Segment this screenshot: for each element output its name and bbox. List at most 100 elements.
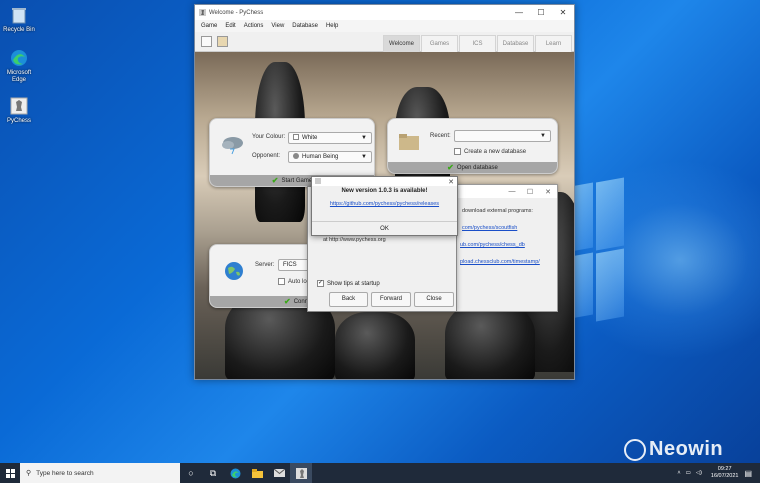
person-icon bbox=[293, 153, 299, 159]
menu-help[interactable]: Help bbox=[322, 23, 342, 29]
edge-taskbar-icon[interactable] bbox=[224, 463, 246, 483]
checkbox-box[interactable] bbox=[278, 278, 285, 285]
connect-button[interactable]: ✔ Connect bbox=[210, 296, 318, 307]
opponent-value: Human Being bbox=[302, 154, 339, 160]
clock-time: 09:27 bbox=[717, 466, 732, 472]
knight-piece-image bbox=[445, 302, 535, 379]
external-programs-text: download external programs: bbox=[462, 208, 533, 214]
chess-db-link[interactable]: ub.com/pychess/chess_db bbox=[460, 242, 525, 248]
desktop-icon-recycle-bin[interactable]: Recycle Bin bbox=[2, 5, 36, 34]
notification-icon[interactable]: ▤ bbox=[744, 469, 752, 478]
taskbar: ⚲ Type here to search ○ ⧉ ˄ ▭ ◁) 09:27 1… bbox=[0, 463, 760, 483]
open-database-panel: Recent: ▼ Create a new database ✔ Open da… bbox=[387, 118, 558, 174]
menu-view[interactable]: View bbox=[267, 23, 288, 29]
new-version-heading: New version 1.0.3 is available! bbox=[341, 188, 428, 194]
chevron-up-icon[interactable]: ˄ bbox=[677, 470, 680, 476]
show-tips-checkbox[interactable]: ✓ Show tips at startup bbox=[317, 280, 380, 287]
menu-actions[interactable]: Actions bbox=[240, 23, 268, 29]
start-button[interactable] bbox=[0, 463, 20, 483]
volume-icon[interactable]: ◁) bbox=[696, 470, 702, 476]
open-database-label: Open database bbox=[456, 164, 498, 171]
timestamp-link[interactable]: pload.chessclub.com/timestamp/ bbox=[460, 259, 540, 265]
maximize-button[interactable]: ☐ bbox=[521, 188, 539, 196]
menu-database[interactable]: Database bbox=[288, 23, 322, 29]
menu-game[interactable]: Game bbox=[197, 23, 221, 29]
ok-button[interactable]: OK bbox=[312, 221, 457, 236]
recycle-bin-icon bbox=[9, 5, 29, 25]
dialog-title-bar[interactable]: — ☐ ✕ bbox=[457, 185, 557, 198]
opponent-select[interactable]: Human Being ▼ bbox=[288, 151, 372, 163]
checkbox-box[interactable] bbox=[454, 148, 461, 155]
start-game-label: Start Game bbox=[281, 177, 313, 184]
globe-icon bbox=[225, 262, 243, 280]
tab-games[interactable]: Games bbox=[421, 34, 458, 52]
taskbar-search-box[interactable]: ⚲ Type here to search bbox=[20, 463, 180, 483]
new-game-icon[interactable] bbox=[201, 36, 212, 47]
opponent-label: Opponent: bbox=[252, 153, 281, 159]
ics-panel: Server: FICS Auto login ✔ Connect bbox=[209, 244, 319, 308]
show-tips-label: Show tips at startup bbox=[327, 281, 380, 288]
desktop-icon-edge[interactable]: Microsoft Edge bbox=[2, 48, 36, 84]
pychess-taskbar-icon[interactable] bbox=[290, 463, 312, 483]
colour-select[interactable]: White ▼ bbox=[288, 132, 372, 144]
scoutfish-link[interactable]: com/pychess/scoutfish bbox=[462, 225, 517, 231]
server-value: FICS bbox=[283, 262, 297, 268]
tab-learn[interactable]: Learn bbox=[535, 34, 572, 52]
recent-label: Recent: bbox=[430, 133, 451, 139]
maximize-button[interactable]: ☐ bbox=[530, 8, 552, 17]
search-placeholder: Type here to search bbox=[36, 469, 94, 477]
desktop-icon-label: PyChess bbox=[6, 118, 31, 124]
close-button[interactable]: ✕ bbox=[448, 178, 454, 186]
new-version-dialog: ✕ New version 1.0.3 is available! https:… bbox=[311, 176, 458, 236]
checkmark-icon: ✔ bbox=[447, 163, 454, 172]
windows-start-icon bbox=[5, 468, 15, 478]
title-bar[interactable]: Welcome - PyChess — ☐ ✕ bbox=[195, 5, 574, 20]
tab-welcome[interactable]: Welcome bbox=[383, 34, 420, 52]
system-tray: ˄ ▭ ◁) 09:27 16/07/2021 ▤ bbox=[677, 463, 760, 483]
recent-select[interactable]: ▼ bbox=[454, 130, 551, 142]
close-button[interactable]: ✕ bbox=[552, 8, 574, 17]
back-button[interactable]: Back bbox=[329, 292, 368, 307]
mail-icon[interactable] bbox=[268, 463, 290, 483]
tab-ics[interactable]: ICS bbox=[459, 34, 496, 52]
neowin-watermark: Neowin bbox=[624, 438, 723, 461]
toolbar: Welcome Games ICS Database Learn bbox=[195, 32, 574, 52]
cloud-weather-icon bbox=[222, 137, 243, 155]
colour-value: White bbox=[302, 135, 318, 141]
chevron-down-icon: ▼ bbox=[361, 135, 367, 141]
pychess-site-text: at http://www.pychess.org bbox=[323, 237, 386, 243]
close-button[interactable]: ✕ bbox=[539, 188, 557, 196]
close-tips-button[interactable]: Close bbox=[414, 292, 454, 307]
clock-date: 16/07/2021 bbox=[710, 473, 739, 479]
white-pawn-icon bbox=[293, 134, 299, 140]
dialog-title-bar[interactable]: ✕ bbox=[312, 177, 457, 186]
releases-link[interactable]: https://github.com/pychess/pychess/relea… bbox=[312, 201, 457, 207]
minimize-button[interactable]: — bbox=[503, 188, 521, 195]
checkmark-icon[interactable]: ✓ bbox=[317, 280, 324, 287]
search-icon: ⚲ bbox=[26, 470, 32, 477]
clock[interactable]: 09:27 16/07/2021 bbox=[711, 466, 739, 480]
open-file-icon[interactable] bbox=[217, 36, 228, 47]
neowin-logo-icon bbox=[624, 438, 646, 461]
desktop-icon-pychess[interactable]: PyChess bbox=[2, 96, 36, 125]
edge-icon bbox=[9, 48, 29, 68]
folder-icon bbox=[399, 134, 419, 150]
server-label: Server: bbox=[255, 262, 275, 268]
window-title: Welcome - PyChess bbox=[209, 9, 264, 16]
chevron-down-icon: ▼ bbox=[540, 133, 546, 139]
network-icon[interactable]: ▭ bbox=[686, 470, 691, 476]
desktop-icon-label: Microsoft Edge bbox=[6, 70, 32, 83]
cortana-icon[interactable]: ○ bbox=[180, 463, 202, 483]
tab-database[interactable]: Database bbox=[497, 34, 534, 52]
neowin-watermark-text: Neowin bbox=[649, 438, 724, 460]
chevron-down-icon: ▼ bbox=[361, 154, 367, 160]
menu-edit[interactable]: Edit bbox=[221, 23, 239, 29]
create-database-checkbox[interactable]: Create a new database bbox=[454, 148, 526, 155]
forward-button[interactable]: Forward bbox=[371, 292, 411, 307]
checkmark-icon: ✔ bbox=[271, 176, 279, 185]
task-view-icon[interactable]: ⧉ bbox=[202, 463, 224, 483]
colour-label: Your Colour: bbox=[252, 134, 286, 140]
file-explorer-icon[interactable] bbox=[246, 463, 268, 483]
minimize-button[interactable]: — bbox=[508, 8, 530, 17]
open-database-button[interactable]: ✔ Open database bbox=[388, 162, 557, 173]
